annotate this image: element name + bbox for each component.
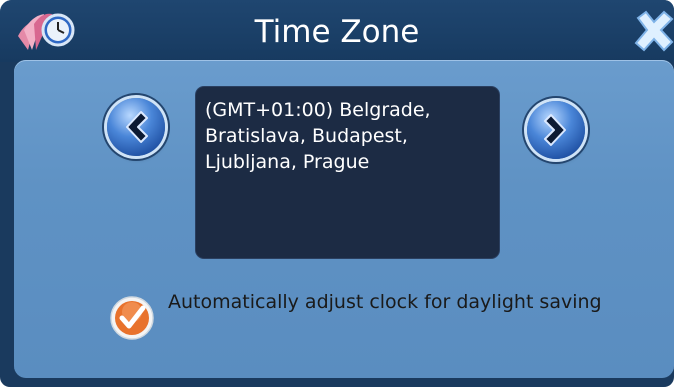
timezone-name: (GMT+01:00) Belgrade, Bratislava, Budape… <box>205 99 431 173</box>
window-title: Time Zone <box>254 14 420 50</box>
timezone-display[interactable]: (GMT+01:00) Belgrade, Bratislava, Budape… <box>196 87 499 258</box>
checkmark-icon <box>110 296 154 340</box>
title-bar: Time Zone <box>0 0 674 62</box>
chevron-left-icon <box>126 111 148 143</box>
chevron-right-icon <box>544 114 566 146</box>
close-icon <box>634 10 674 52</box>
previous-timezone-button[interactable] <box>107 98 165 156</box>
close-button[interactable] <box>632 8 674 54</box>
time-zone-window: Time Zone (GMT+01:00) Belgrade, Bratisla… <box>0 0 674 387</box>
next-timezone-button[interactable] <box>527 101 585 159</box>
daylight-saving-label[interactable]: Automatically adjust clock for daylight … <box>168 289 648 315</box>
clock-icon <box>14 6 76 56</box>
daylight-saving-checkbox[interactable] <box>109 295 155 341</box>
